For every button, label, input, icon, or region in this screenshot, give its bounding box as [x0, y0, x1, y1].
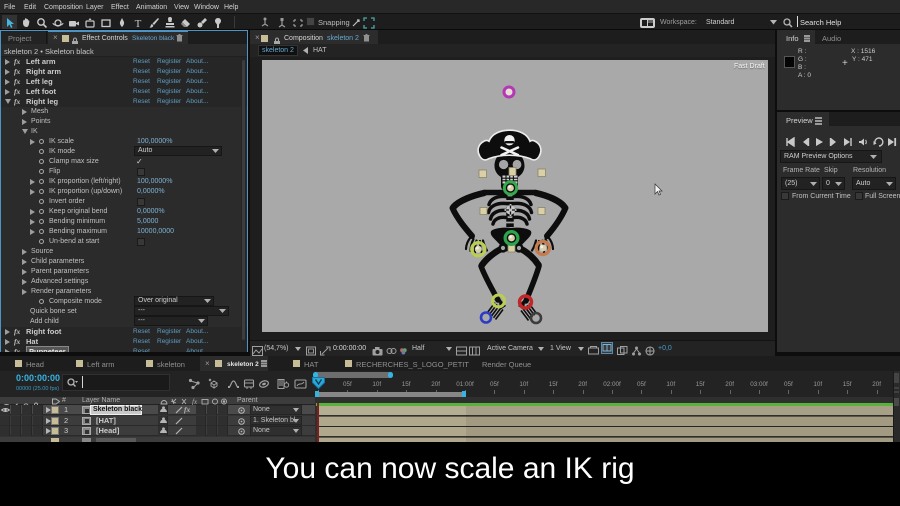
svg-text:T: T	[135, 18, 142, 29]
svg-text:fx: fx	[192, 398, 198, 405]
